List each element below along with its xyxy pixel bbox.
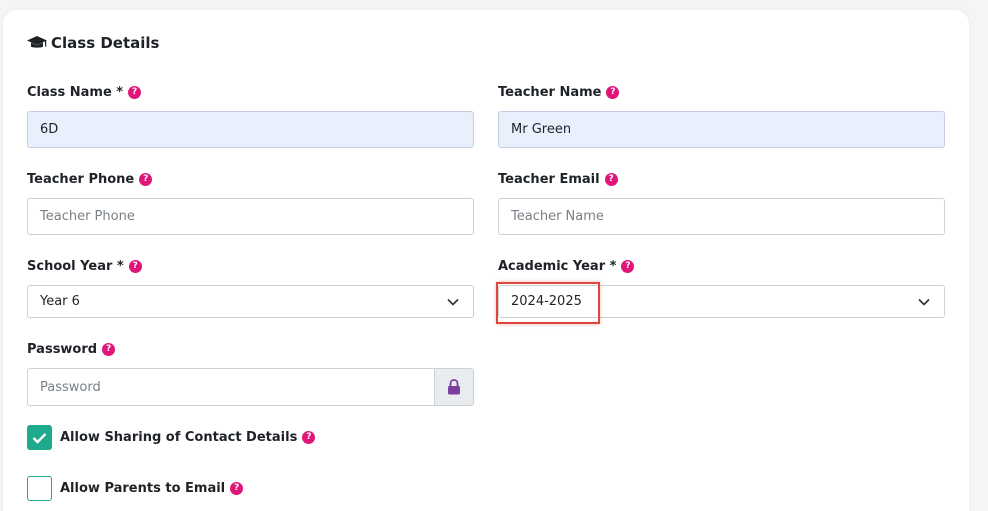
help-icon[interactable]: ? <box>139 173 153 186</box>
password-addon[interactable] <box>434 369 473 405</box>
teacher-email-input[interactable]: Teacher Name <box>498 198 945 235</box>
help-icon[interactable]: ? <box>128 86 142 99</box>
chevron-down-icon <box>447 298 459 306</box>
help-icon[interactable]: ? <box>621 260 635 273</box>
allow-parents-email-checkbox[interactable] <box>27 476 52 501</box>
password-input[interactable]: Password <box>28 369 434 405</box>
academic-year-label: Academic Year * ? <box>498 259 635 274</box>
password-label: Password ? <box>27 342 116 357</box>
teacher-phone-label: Teacher Phone ? <box>27 172 153 187</box>
help-icon[interactable]: ? <box>302 431 316 444</box>
academic-year-select[interactable]: 2024-2025 <box>498 285 945 318</box>
chevron-down-icon <box>918 298 930 306</box>
allow-parents-email-label: Allow Parents to Email <box>60 481 226 496</box>
help-icon[interactable]: ? <box>230 482 244 495</box>
checkmark-icon <box>32 432 47 444</box>
help-icon[interactable]: ? <box>102 343 116 356</box>
teacher-email-label: Teacher Email ? <box>498 172 618 187</box>
class-name-label: Class Name * ? <box>27 85 142 100</box>
allow-parents-email-row: Allow Parents to Email ? <box>27 476 244 501</box>
graduation-cap-icon <box>27 36 47 48</box>
password-group: Password <box>27 368 474 406</box>
teacher-phone-input[interactable]: Teacher Phone <box>27 198 474 235</box>
school-year-label: School Year * ? <box>27 259 142 274</box>
teacher-name-label: Teacher Name ? <box>498 85 620 100</box>
help-icon[interactable]: ? <box>604 173 618 186</box>
allow-sharing-row: Allow Sharing of Contact Details ? <box>27 425 316 450</box>
section-title: Class Details <box>27 34 159 52</box>
teacher-name-input[interactable]: Mr Green <box>498 111 945 148</box>
school-year-select[interactable]: Year 6 <box>27 285 474 318</box>
lock-icon <box>448 379 460 395</box>
allow-sharing-label: Allow Sharing of Contact Details <box>60 430 298 445</box>
allow-sharing-checkbox[interactable] <box>27 425 52 450</box>
class-name-input[interactable]: 6D <box>27 111 474 148</box>
section-title-text: Class Details <box>51 34 160 52</box>
help-icon[interactable]: ? <box>128 260 142 273</box>
help-icon[interactable]: ? <box>606 86 620 99</box>
